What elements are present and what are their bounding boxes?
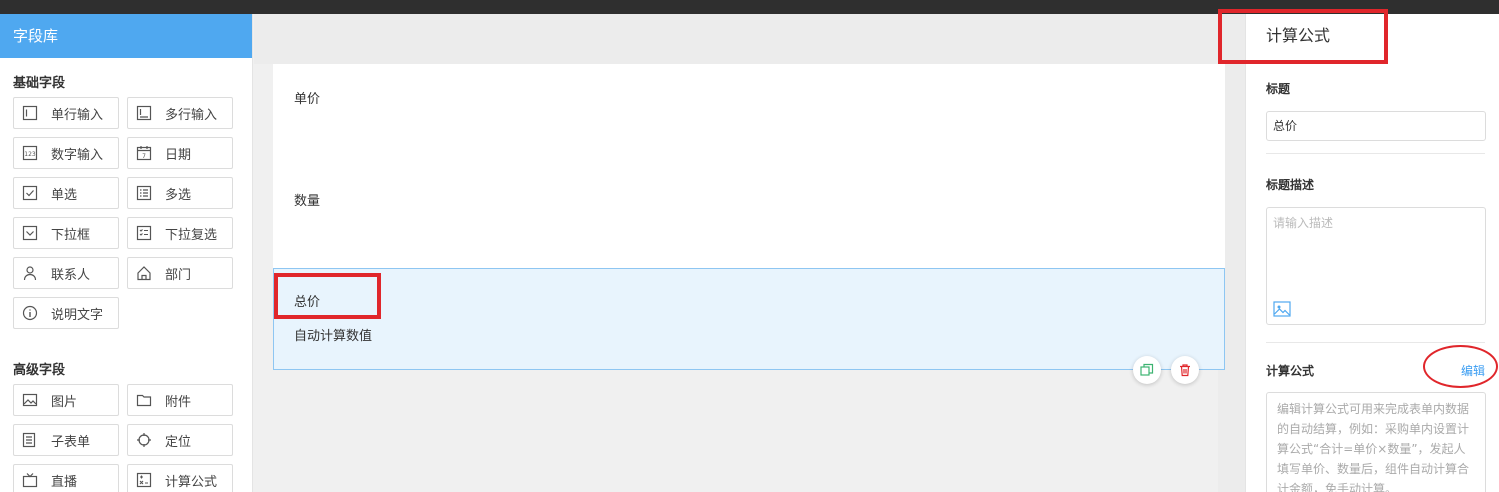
field-single-line[interactable]: 单行输入 [13, 97, 119, 129]
description-textarea[interactable]: 请输入描述 [1266, 207, 1486, 325]
field-actions [1133, 356, 1199, 384]
basic-fields-title: 基础字段 [13, 76, 66, 91]
field-live[interactable]: 直播 [13, 464, 119, 492]
dropdown-icon [22, 225, 38, 241]
title-label: 标题 [1266, 82, 1291, 96]
description-section: 标题描述 请输入描述 [1246, 176, 1499, 325]
field-library-title: 字段库 [0, 14, 252, 58]
field-location[interactable]: 定位 [127, 424, 233, 456]
field-label: 数字输入 [51, 147, 104, 163]
field-attachment[interactable]: 附件 [127, 384, 233, 416]
calendar-icon: 7 [136, 145, 152, 161]
field-label: 子表单 [51, 434, 91, 450]
form-canvas: 单价 数量 总价 自动计算数值 [273, 64, 1225, 370]
field-subform[interactable]: 子表单 [13, 424, 119, 456]
home-icon [136, 265, 152, 281]
delete-button[interactable] [1171, 356, 1199, 384]
insert-image-icon[interactable] [1273, 300, 1291, 318]
field-library-panel: 字段库 基础字段 单行输入 多行输入 123 数字输入 7 日期 单选 多选 下… [0, 14, 253, 492]
copy-button[interactable] [1133, 356, 1161, 384]
svg-text:123: 123 [24, 151, 36, 158]
advanced-fields-title: 高级字段 [13, 363, 66, 378]
field-title: 数量 [294, 194, 321, 209]
description-placeholder: 请输入描述 [1273, 216, 1334, 230]
folder-icon [136, 392, 152, 408]
subform-icon [22, 432, 38, 448]
field-label: 多选 [165, 187, 192, 203]
field-label: 下拉复选 [165, 227, 218, 243]
title-section: 标题 总价 [1246, 80, 1499, 141]
form-field-total-selected[interactable]: 总价 自动计算数值 [273, 268, 1225, 370]
basic-fields-grid: 单行输入 多行输入 123 数字输入 7 日期 单选 多选 下拉框 下拉复选 联… [0, 97, 252, 329]
canvas-header [254, 14, 1218, 64]
field-dropdown-multi[interactable]: 下拉复选 [127, 217, 233, 249]
field-image[interactable]: 图片 [13, 384, 119, 416]
copy-icon [1140, 363, 1154, 376]
formula-display: 编辑计算公式可用来完成表单内数据的自动结算，例如：采购单内设置计算公式“合计=单… [1266, 392, 1486, 492]
highlight-total-label [274, 273, 381, 319]
advanced-fields-grid: 图片 附件 子表单 定位 直播 计算公式 [0, 384, 252, 492]
field-label: 单选 [51, 187, 78, 203]
field-description-text[interactable]: 说明文字 [13, 297, 119, 329]
field-label: 单行输入 [51, 107, 104, 123]
field-number[interactable]: 123 数字输入 [13, 137, 119, 169]
locate-icon [136, 432, 152, 448]
form-field-quantity[interactable]: 数量 [273, 166, 1225, 268]
field-label: 联系人 [51, 267, 91, 283]
highlight-panel-title [1218, 9, 1388, 64]
field-multi-line[interactable]: 多行输入 [127, 97, 233, 129]
field-formula[interactable]: 计算公式 [127, 464, 233, 492]
divider [1266, 342, 1485, 343]
field-date[interactable]: 7 日期 [127, 137, 233, 169]
formula-icon [136, 472, 152, 488]
checklist-icon [136, 185, 152, 201]
field-label: 日期 [165, 147, 192, 163]
field-label: 附件 [165, 394, 192, 410]
field-contact[interactable]: 联系人 [13, 257, 119, 289]
field-label: 部门 [165, 267, 192, 283]
field-department[interactable]: 部门 [127, 257, 233, 289]
number-icon: 123 [22, 145, 38, 161]
field-label: 图片 [51, 394, 78, 410]
field-label: 计算公式 [165, 474, 218, 490]
field-label: 下拉框 [51, 227, 91, 243]
total-input[interactable]: 自动计算数值 [294, 325, 372, 344]
properties-panel: 计算公式 标题 总价 标题描述 请输入描述 计算公式 编辑 编辑计算公式可用来完… [1245, 14, 1499, 492]
field-title: 单价 [294, 92, 321, 107]
dropdown-multi-icon [136, 225, 152, 241]
text-input-icon [22, 105, 38, 121]
textarea-icon [136, 105, 152, 121]
field-single-select[interactable]: 单选 [13, 177, 119, 209]
field-label: 多行输入 [165, 107, 218, 123]
highlight-edit-link [1423, 345, 1498, 388]
radio-check-icon [22, 185, 38, 201]
divider [1266, 153, 1485, 154]
field-multi-select[interactable]: 多选 [127, 177, 233, 209]
info-icon [22, 305, 38, 321]
field-label: 直播 [51, 474, 78, 490]
description-label: 标题描述 [1266, 178, 1315, 192]
field-label: 定位 [165, 434, 192, 450]
live-icon [22, 472, 38, 488]
field-dropdown[interactable]: 下拉框 [13, 217, 119, 249]
svg-text:7: 7 [142, 153, 146, 160]
person-icon [22, 265, 38, 281]
form-field-unit-price[interactable]: 单价 [273, 64, 1225, 166]
title-input[interactable]: 总价 [1266, 111, 1486, 141]
trash-icon [1180, 364, 1190, 377]
field-label: 说明文字 [51, 307, 104, 323]
image-icon [22, 392, 38, 408]
